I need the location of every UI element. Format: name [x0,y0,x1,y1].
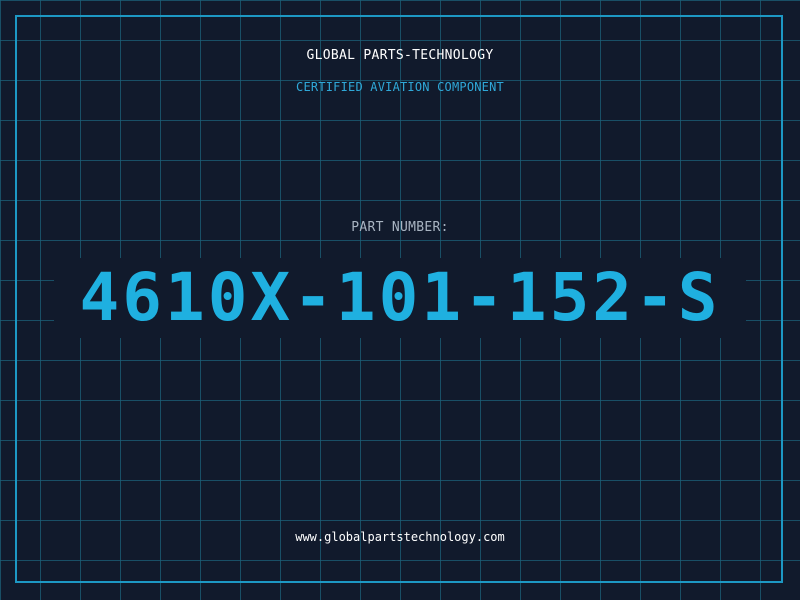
part-number-label: PART NUMBER: [351,220,449,235]
company-name: GLOBAL PARTS-TECHNOLOGY [306,48,494,63]
part-label-card: GLOBAL PARTS-TECHNOLOGY CERTIFIED AVIATI… [0,0,800,600]
part-number-value: 4610X-101-152-S [79,259,721,336]
part-number-panel: 4610X-101-152-S [54,258,746,338]
website-link[interactable]: www.globalpartstechnology.com [0,530,800,544]
certification-subtitle: CERTIFIED AVIATION COMPONENT [296,80,504,94]
